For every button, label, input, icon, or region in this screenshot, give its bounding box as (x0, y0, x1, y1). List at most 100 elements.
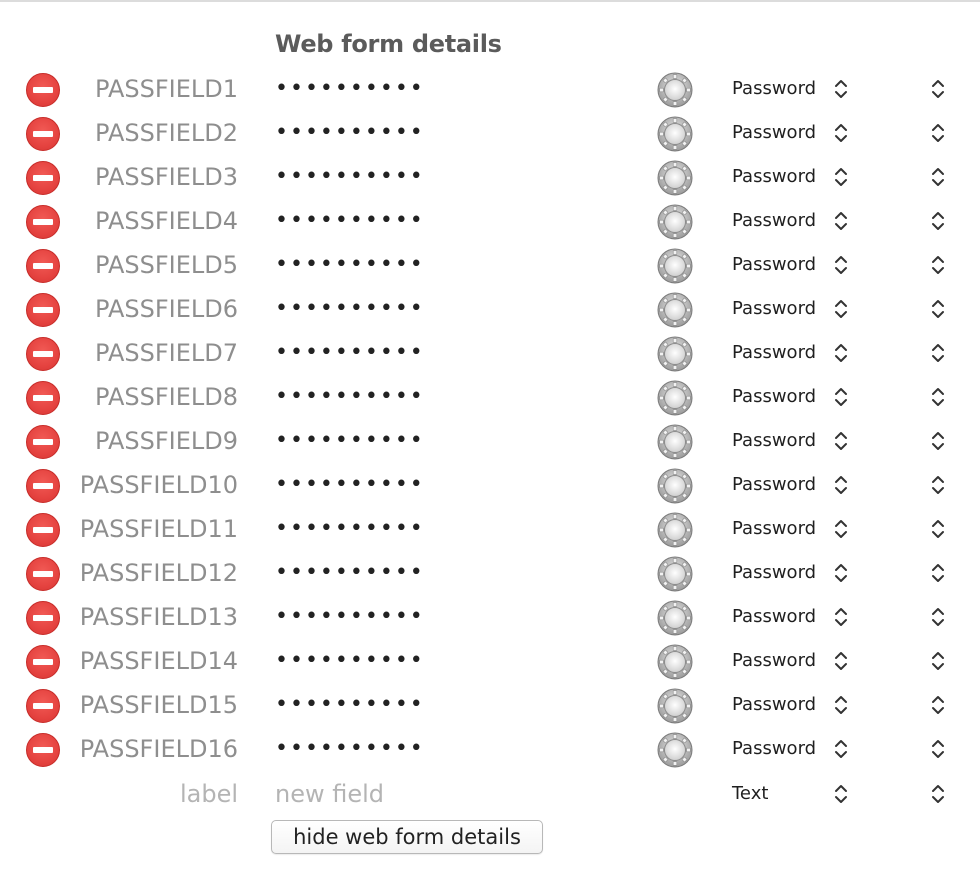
field-label[interactable]: PASSFIELD9 (95, 427, 238, 455)
remove-field-icon[interactable] (26, 117, 60, 151)
password-value[interactable]: •••••••••• (275, 424, 635, 458)
password-value[interactable]: •••••••••• (275, 468, 635, 502)
field-type-select[interactable]: Password (722, 512, 857, 546)
remove-field-icon[interactable] (26, 73, 60, 107)
field-option-select[interactable] (918, 204, 958, 238)
password-generator-icon[interactable] (657, 732, 693, 768)
password-generator-icon[interactable] (657, 512, 693, 548)
field-option-select[interactable] (918, 556, 958, 590)
field-label[interactable]: PASSFIELD7 (95, 339, 238, 367)
field-option-select[interactable] (918, 380, 958, 414)
field-option-select[interactable] (918, 424, 958, 458)
remove-field-icon[interactable] (26, 557, 60, 591)
field-option-select[interactable] (918, 732, 958, 766)
remove-field-icon[interactable] (26, 205, 60, 239)
new-field-label-placeholder[interactable]: label (180, 780, 238, 808)
field-type-select[interactable]: Password (722, 336, 857, 370)
field-type-select[interactable]: Password (722, 116, 857, 150)
field-type-select[interactable]: Password (722, 556, 857, 590)
remove-field-icon[interactable] (26, 381, 60, 415)
field-option-select[interactable] (918, 116, 958, 150)
password-value[interactable]: •••••••••• (275, 512, 635, 546)
field-label[interactable]: PASSFIELD4 (95, 207, 238, 235)
field-type-select[interactable]: Password (722, 248, 857, 282)
field-label[interactable]: PASSFIELD5 (95, 251, 238, 279)
field-option-select[interactable] (918, 72, 958, 106)
field-option-select[interactable] (918, 600, 958, 634)
remove-field-icon[interactable] (26, 689, 60, 723)
field-label[interactable]: PASSFIELD1 (95, 75, 238, 103)
password-generator-icon[interactable] (657, 336, 693, 372)
remove-field-icon[interactable] (26, 645, 60, 679)
hide-web-form-details-button[interactable]: hide web form details (271, 820, 543, 854)
password-value[interactable]: •••••••••• (275, 644, 635, 678)
remove-field-icon[interactable] (26, 249, 60, 283)
password-value[interactable]: •••••••••• (275, 72, 635, 106)
password-generator-icon[interactable] (657, 72, 693, 108)
field-label[interactable]: PASSFIELD13 (80, 603, 238, 631)
password-value[interactable]: •••••••••• (275, 600, 635, 634)
new-field-type-select[interactable]: Text (722, 777, 857, 811)
password-generator-icon[interactable] (657, 556, 693, 592)
field-option-select[interactable] (918, 644, 958, 678)
remove-field-icon[interactable] (26, 733, 60, 767)
remove-field-icon[interactable] (26, 161, 60, 195)
password-generator-icon[interactable] (657, 644, 693, 680)
field-type-select[interactable]: Password (722, 160, 857, 194)
password-value[interactable]: •••••••••• (275, 688, 635, 722)
field-type-select[interactable]: Password (722, 204, 857, 238)
field-option-select[interactable] (918, 336, 958, 370)
field-label[interactable]: PASSFIELD3 (95, 163, 238, 191)
password-generator-icon[interactable] (657, 468, 693, 504)
remove-field-icon[interactable] (26, 469, 60, 503)
field-label[interactable]: PASSFIELD10 (80, 471, 238, 499)
field-label[interactable]: PASSFIELD6 (95, 295, 238, 323)
remove-field-icon[interactable] (26, 601, 60, 635)
remove-field-icon[interactable] (26, 293, 60, 327)
field-label[interactable]: PASSFIELD11 (80, 515, 238, 543)
field-option-select[interactable] (918, 292, 958, 326)
field-label[interactable]: PASSFIELD2 (95, 119, 238, 147)
field-type-select[interactable]: Password (722, 292, 857, 326)
field-label[interactable]: PASSFIELD15 (80, 691, 238, 719)
password-generator-icon[interactable] (657, 116, 693, 152)
field-option-select[interactable] (918, 512, 958, 546)
password-value[interactable]: •••••••••• (275, 204, 635, 238)
password-value[interactable]: •••••••••• (275, 160, 635, 194)
field-type-select[interactable]: Password (722, 600, 857, 634)
field-option-select[interactable] (918, 688, 958, 722)
field-type-select[interactable]: Password (722, 732, 857, 766)
password-generator-icon[interactable] (657, 248, 693, 284)
password-value[interactable]: •••••••••• (275, 732, 635, 766)
password-generator-icon[interactable] (657, 204, 693, 240)
password-value[interactable]: •••••••••• (275, 336, 635, 370)
field-label[interactable]: PASSFIELD8 (95, 383, 238, 411)
remove-field-icon[interactable] (26, 513, 60, 547)
field-option-select[interactable] (918, 468, 958, 502)
field-label[interactable]: PASSFIELD12 (80, 559, 238, 587)
field-type-select[interactable]: Password (722, 380, 857, 414)
field-type-select[interactable]: Password (722, 644, 857, 678)
field-type-select[interactable]: Password (722, 72, 857, 106)
new-field-option-select[interactable] (918, 777, 958, 811)
field-type-select[interactable]: Password (722, 424, 857, 458)
password-value[interactable]: •••••••••• (275, 116, 635, 150)
field-label[interactable]: PASSFIELD16 (80, 735, 238, 763)
password-generator-icon[interactable] (657, 380, 693, 416)
new-field-input[interactable] (270, 777, 640, 811)
password-value[interactable]: •••••••••• (275, 556, 635, 590)
password-value[interactable]: •••••••••• (275, 292, 635, 326)
remove-field-icon[interactable] (26, 337, 60, 371)
field-label[interactable]: PASSFIELD14 (80, 647, 238, 675)
field-option-select[interactable] (918, 160, 958, 194)
field-type-select[interactable]: Password (722, 688, 857, 722)
password-value[interactable]: •••••••••• (275, 248, 635, 282)
password-generator-icon[interactable] (657, 160, 693, 196)
password-generator-icon[interactable] (657, 688, 693, 724)
field-type-select[interactable]: Password (722, 468, 857, 502)
password-generator-icon[interactable] (657, 424, 693, 460)
password-generator-icon[interactable] (657, 292, 693, 328)
password-generator-icon[interactable] (657, 600, 693, 636)
remove-field-icon[interactable] (26, 425, 60, 459)
field-option-select[interactable] (918, 248, 958, 282)
